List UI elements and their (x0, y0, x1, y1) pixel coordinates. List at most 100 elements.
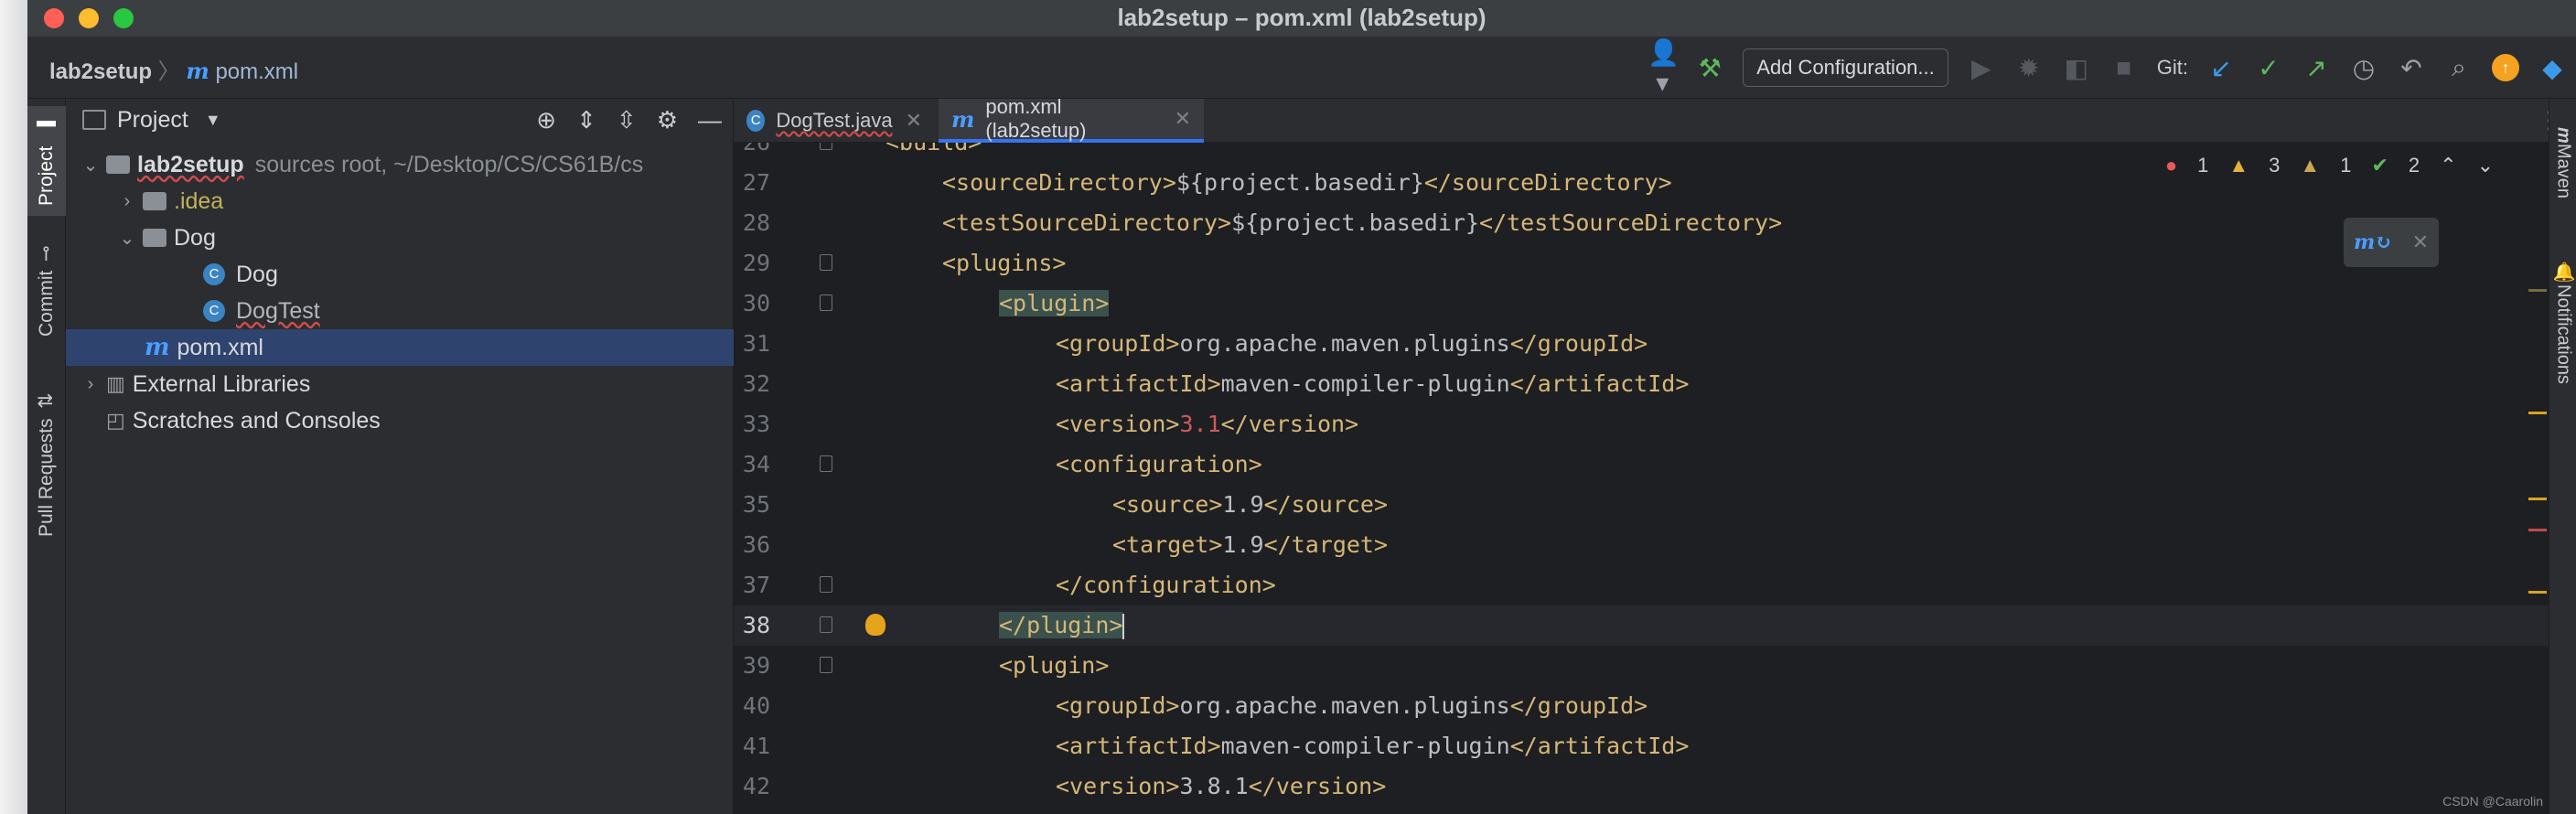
close-icon[interactable]: ✕ (2412, 230, 2429, 254)
expand-all-icon[interactable]: ⇕ (576, 106, 596, 134)
tree-item-idea[interactable]: › .idea (66, 183, 734, 220)
code-line[interactable]: 36 <target>1.9</target> (734, 525, 2549, 565)
main-toolbar: lab2setup 〉 m pom.xml 👤▾ ⚒ Add Configura… (27, 37, 2576, 99)
text-cursor (1122, 614, 1125, 639)
gear-icon[interactable]: ⚙ (657, 106, 678, 134)
chevron-right-icon[interactable]: › (80, 374, 101, 395)
maven-reload-popup: m↻ ✕ (2344, 218, 2439, 267)
weak-warning-count: 1 (2340, 154, 2352, 177)
add-configuration-button[interactable]: Add Configuration... (1743, 48, 1948, 87)
tree-item-dogtest-class[interactable]: C DogTest (66, 293, 734, 329)
code-line[interactable]: 29 <plugins> (734, 243, 2549, 284)
code-text: <artifactId>maven-compiler-plugin</artif… (1056, 726, 1689, 766)
lightbulb-icon[interactable] (865, 614, 886, 636)
update-available-icon[interactable]: ↑ (2492, 54, 2519, 81)
code-line[interactable]: 32 <artifactId>maven-compiler-plugin</art… (734, 364, 2549, 404)
xml-tag: <groupId> (1056, 692, 1180, 719)
git-update-icon[interactable]: ↙ (2206, 53, 2236, 83)
chevron-down-icon[interactable]: ▼ (205, 111, 221, 130)
debug-icon[interactable]: ✹ (2014, 53, 2044, 83)
code-text: <groupId>org.apache.maven.plugins</group… (1056, 324, 1648, 364)
code-line[interactable]: 40 <groupId>org.apache.maven.plugins</gro… (734, 686, 2549, 726)
code-line[interactable]: 28 <testSourceDirectory>${project.basedir… (734, 203, 2549, 243)
chevron-down-icon[interactable]: ⌄ (80, 154, 101, 177)
code-line[interactable]: 38 </plugin> (734, 605, 2549, 646)
scroll-mark[interactable] (2528, 498, 2547, 500)
project-panel-title[interactable]: Project (117, 107, 188, 134)
run-icon[interactable]: ▶ (1967, 53, 1996, 83)
tree-item-label: Scratches and Consoles (132, 407, 381, 434)
close-icon[interactable]: ✕ (906, 109, 922, 133)
tool-tab-notifications-label: Notifications (2553, 284, 2574, 384)
fold-marker-icon[interactable] (820, 295, 832, 311)
tab-dogtest-java[interactable]: C DogTest.java ✕ (734, 99, 935, 143)
hide-panel-icon[interactable]: — (698, 106, 722, 134)
scroll-mark[interactable] (2528, 529, 2547, 531)
code-line[interactable]: 41 <artifactId>maven-compiler-plugin</art… (734, 726, 2549, 766)
chevron-up-icon[interactable]: ⌃ (2440, 154, 2456, 177)
maven-icon: m (2553, 127, 2574, 144)
user-icon[interactable]: 👤▾ (1648, 37, 1680, 98)
scroll-mark[interactable] (2528, 289, 2547, 292)
stop-icon[interactable]: ■ (2109, 53, 2139, 82)
code-line[interactable]: 42 <version>3.8.1</version> (734, 766, 2549, 807)
fold-marker-icon[interactable] (820, 616, 832, 633)
breadcrumb-file[interactable]: pom.xml (215, 59, 298, 84)
chevron-down-icon[interactable]: ⌄ (2477, 154, 2494, 177)
coverage-icon[interactable]: ◧ (2062, 53, 2091, 83)
collapse-all-icon[interactable]: ⇳ (617, 106, 637, 134)
code-line[interactable]: 31 <groupId>org.apache.maven.plugins</gro… (734, 324, 2549, 364)
line-number: 38 (742, 612, 770, 638)
code-line[interactable]: 34 <configuration> (734, 444, 2549, 485)
chevron-down-icon[interactable]: ⌄ (117, 227, 137, 250)
editor-scrollbar-marks[interactable] (2527, 143, 2549, 814)
tool-tab-commit[interactable]: Commit ⊸ (27, 236, 66, 346)
tab-pom-xml[interactable]: m pom.xml (lab2setup) ✕ (939, 95, 1204, 143)
code-line[interactable]: 35 <source>1.9</source> (734, 485, 2549, 525)
code-line[interactable]: 30 <plugin> (734, 284, 2549, 324)
history-icon[interactable]: ◷ (2349, 53, 2378, 83)
tree-item-dog-class[interactable]: C Dog (66, 256, 734, 293)
tab-label: DogTest.java (776, 109, 893, 132)
tree-item-dog-folder[interactable]: ⌄ Dog (66, 220, 734, 256)
warning-count: 3 (2269, 154, 2281, 177)
git-commit-icon[interactable]: ✓ (2254, 53, 2283, 83)
line-number: 34 (742, 451, 770, 477)
tree-item-scratches[interactable]: ◰ Scratches and Consoles (66, 402, 734, 439)
git-push-icon[interactable]: ↗ (2302, 53, 2331, 83)
breadcrumb-project[interactable]: lab2setup (49, 59, 152, 84)
tool-tab-pull-requests[interactable]: Pull Requests ⇅ (27, 373, 66, 556)
tree-item-lab2setup[interactable]: ⌄ lab2setup sources root, ~/Desktop/CS/C… (66, 146, 734, 183)
scroll-mark[interactable] (2528, 412, 2547, 414)
maven-reload-icon[interactable]: m↻ (2354, 230, 2392, 254)
scroll-mark[interactable] (2528, 591, 2547, 594)
code-text: <sourceDirectory>${project.basedir}</sou… (942, 163, 1672, 203)
tool-tab-notifications[interactable]: 🔔 Notifications (2549, 236, 2576, 410)
code-editor[interactable]: 26<build>27<sourceDirectory>${project.ba… (734, 143, 2549, 814)
fold-marker-icon[interactable] (820, 455, 832, 472)
xml-value: 1.9 (1222, 531, 1264, 558)
fold-marker-icon[interactable] (820, 576, 832, 593)
build-hammer-icon[interactable]: ⚒ (1695, 53, 1724, 83)
code-line[interactable]: 33 <version>3.1</version> (734, 404, 2549, 444)
close-icon[interactable]: ✕ (1175, 107, 1191, 131)
search-icon[interactable]: ⌕ (2444, 53, 2474, 83)
fold-marker-icon[interactable] (820, 143, 832, 150)
tree-item-external-libraries[interactable]: › ▥ External Libraries (66, 366, 734, 402)
module-folder-icon (106, 155, 130, 174)
revert-icon[interactable]: ↶ (2397, 53, 2426, 83)
fold-marker-icon[interactable] (820, 254, 832, 271)
code-line[interactable]: 39 <plugin> (734, 646, 2549, 686)
tree-item-label: .idea (174, 187, 224, 214)
code-line[interactable]: 37 </configuration> (734, 565, 2549, 605)
chevron-right-icon[interactable]: › (117, 191, 137, 212)
inspection-widget[interactable]: ● 1 ▲ 3 ▲ 1 ✔ 2 ⌃ ⌄ (2165, 154, 2494, 177)
tree-item-pom[interactable]: m pom.xml (66, 329, 734, 366)
tool-tab-project[interactable]: Project ▬ (27, 106, 66, 216)
locate-file-icon[interactable]: ⊕ (536, 106, 556, 134)
tool-tab-maven[interactable]: m Maven (2549, 108, 2576, 218)
plugin-icon[interactable]: ◆ (2538, 53, 2567, 83)
fold-marker-icon[interactable] (820, 657, 832, 673)
xml-tag: <testSourceDirectory> (942, 209, 1232, 236)
title-bar: lab2setup – pom.xml (lab2setup) (27, 0, 2576, 37)
